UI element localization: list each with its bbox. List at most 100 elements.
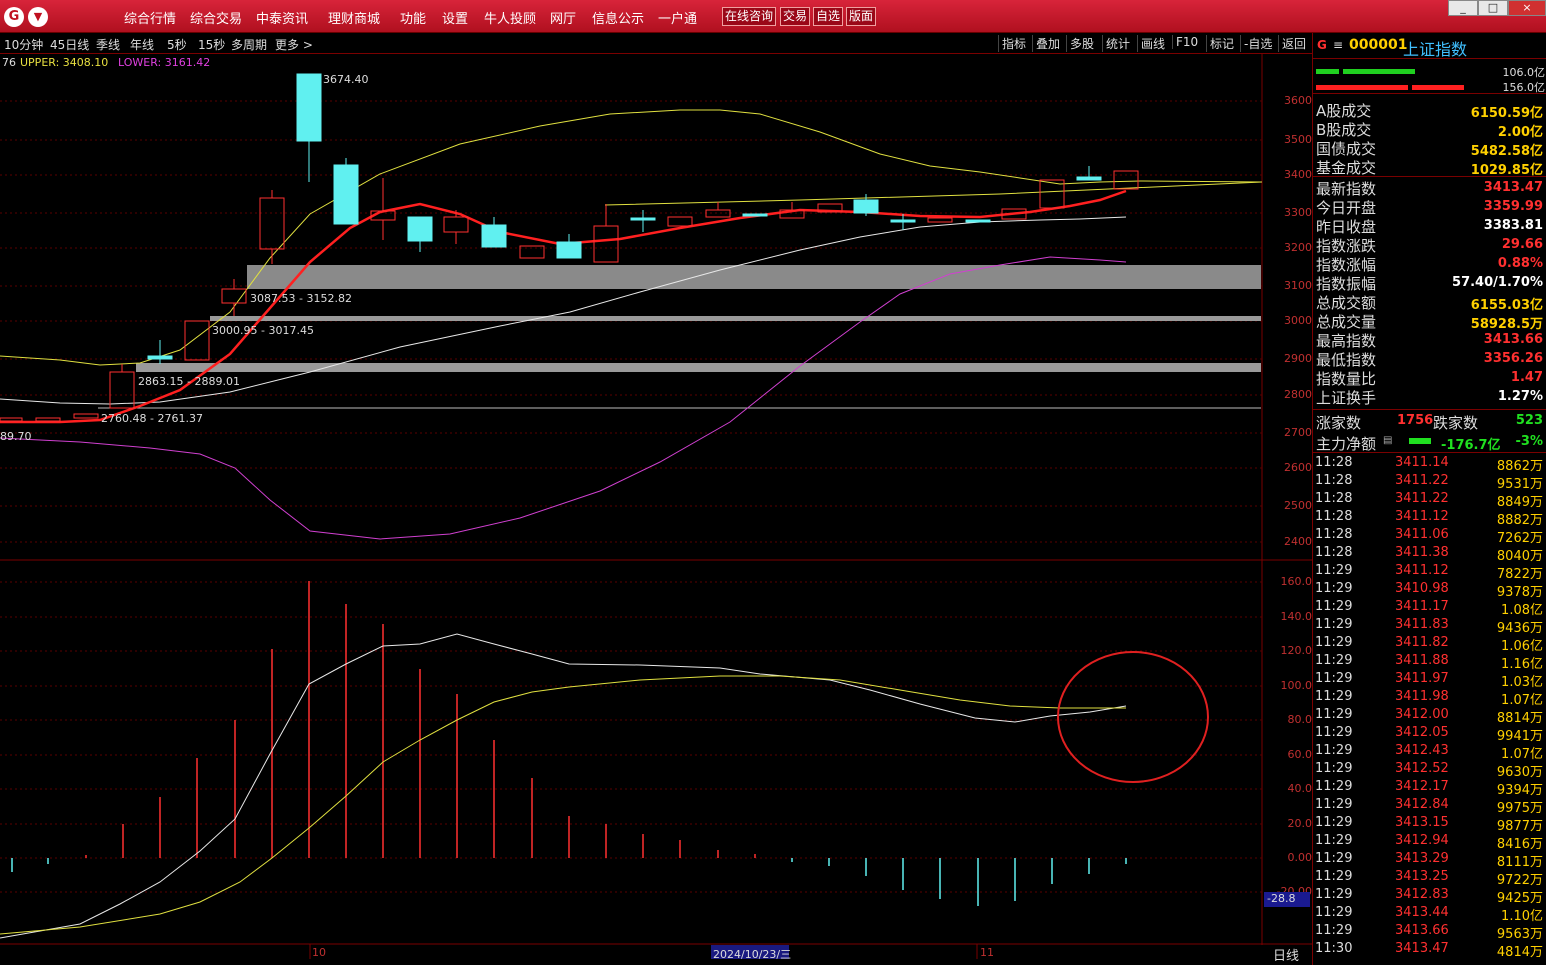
tick-price: 3411.97 (1395, 671, 1449, 686)
period-45day[interactable]: 45日线 (50, 36, 89, 53)
tool-indicator[interactable]: 指标 (998, 35, 1029, 52)
period-15sec[interactable]: 15秒 (198, 36, 225, 53)
tick-time: 11:29 (1315, 851, 1353, 866)
quote-row-value: 29.66 (1501, 237, 1543, 252)
stock-code: 000001 (1349, 37, 1408, 53)
menu-item-disclosure[interactable]: 信息公示 (592, 8, 644, 27)
tick-row: 11:29 3413.25 9722万 (1313, 869, 1546, 888)
tick-time: 11:29 (1315, 743, 1353, 758)
tick-price: 3412.43 (1395, 743, 1449, 758)
tick-row: 11:29 3412.84 9975万 (1313, 797, 1546, 816)
period-more[interactable]: 更多 > (275, 36, 313, 53)
tick-volume: 7822万 (1496, 567, 1543, 582)
menu-item-account[interactable]: 一户通 (658, 8, 697, 27)
gap-zone-2 (210, 316, 1261, 321)
y-tick: 3000 (1284, 314, 1312, 327)
advance-decline-row: 涨家数 1756 跌家数 523 (1313, 409, 1546, 432)
ind-tick: 20.0 (1287, 817, 1313, 830)
tick-row: 11:28 3411.06 7262万 (1313, 527, 1546, 546)
period-5sec[interactable]: 5秒 (167, 36, 187, 53)
gap-zone-label-3: 2863.15 - 2889.01 (138, 375, 240, 388)
period-season[interactable]: 季线 (96, 36, 120, 53)
kline-chart[interactable] (0, 54, 1312, 965)
tick-row: 11:28 3411.22 9531万 (1313, 473, 1546, 492)
layout-button[interactable]: 版面 (846, 7, 877, 26)
tool-draw-line[interactable]: 画线 (1137, 35, 1168, 52)
tick-price: 3411.14 (1395, 455, 1449, 470)
menu-item-hall[interactable]: 网厅 (550, 8, 576, 27)
detail-icon[interactable]: ▤ (1383, 435, 1392, 446)
tick-time: 11:29 (1315, 599, 1353, 614)
quote-row-label: 最新指数 (1316, 180, 1377, 198)
tick-time: 11:29 (1315, 923, 1353, 938)
y-tick: 2700 (1284, 426, 1312, 439)
tick-volume: 9394万 (1496, 783, 1543, 798)
quote-header: G ≡ 000001 上证指数 (1313, 33, 1546, 59)
left-value-label: 89.70 (0, 430, 32, 443)
tick-price: 3412.00 (1395, 707, 1449, 722)
watchlist-button[interactable]: 自选 (813, 7, 844, 26)
chevron-down-icon[interactable]: ▼ (28, 7, 48, 27)
period-multi[interactable]: 多周期 (231, 36, 267, 53)
period-year[interactable]: 年线 (130, 36, 154, 53)
tool-overlay[interactable]: 叠加 (1032, 35, 1063, 52)
tick-time: 11:29 (1315, 905, 1353, 920)
tick-time: 11:29 (1315, 761, 1353, 776)
tick-row: 11:29 3412.83 9425万 (1313, 887, 1546, 906)
menu-item-news[interactable]: 中泰资讯 (256, 8, 308, 27)
quote-row: 总成交量 58928.5万 (1313, 311, 1546, 332)
tick-price: 3411.98 (1395, 689, 1449, 704)
tool-statistics[interactable]: 统计 (1102, 35, 1133, 52)
y-tick: 2900 (1284, 352, 1312, 365)
tick-time: 11:29 (1315, 869, 1353, 884)
quote-row: B股成交 2.00亿 (1313, 119, 1546, 140)
tick-row: 11:28 3411.12 8882万 (1313, 509, 1546, 528)
menu-icon[interactable]: ≡ (1333, 38, 1343, 52)
trade-button[interactable]: 交易 (780, 7, 811, 26)
period-10min[interactable]: 10分钟 (4, 36, 43, 53)
tick-row: 11:29 3412.94 8416万 (1313, 833, 1546, 852)
tick-time: 11:29 (1315, 725, 1353, 740)
y-tick: 2600 (1284, 461, 1312, 474)
tick-time: 11:30 (1315, 941, 1353, 956)
menu-item-trade[interactable]: 综合交易 (190, 8, 242, 27)
boll-mid-ext-line (604, 181, 1263, 206)
menu-item-settings[interactable]: 设置 (442, 8, 468, 27)
close-icon[interactable]: × (1508, 0, 1546, 16)
tick-price: 3411.83 (1395, 617, 1449, 632)
minimize-icon[interactable]: _ (1448, 0, 1478, 16)
app-logo-icon[interactable]: G (4, 7, 24, 27)
tool-mark[interactable]: 标记 (1206, 35, 1237, 52)
flow-bar (1409, 438, 1431, 444)
bar-top-value: 106.0亿 (1502, 66, 1546, 79)
maximize-icon[interactable]: □ (1478, 0, 1508, 16)
tick-time: 11:29 (1315, 779, 1353, 794)
tick-volume: 9436万 (1496, 621, 1543, 636)
tick-price: 3413.25 (1395, 869, 1449, 884)
tick-time: 11:29 (1315, 671, 1353, 686)
tick-volume: 8416万 (1496, 837, 1543, 852)
tick-volume: 1.08亿 (1501, 603, 1543, 618)
quote-row-label: 指数振幅 (1316, 275, 1377, 293)
quote-row-label: 基金成交 (1316, 159, 1377, 177)
period-label[interactable]: 日线 (1273, 945, 1299, 964)
quote-row-label: 指数涨跌 (1316, 237, 1377, 255)
y-tick: 3200 (1284, 241, 1312, 254)
back-button[interactable]: 返回 (1278, 35, 1309, 52)
tick-row: 11:29 3412.17 9394万 (1313, 779, 1546, 798)
quote-row: 指数振幅 57.40/1.70% (1313, 273, 1546, 293)
online-consult-button[interactable]: 在线咨询 (722, 7, 777, 26)
tick-row: 11:29 3411.12 7822万 (1313, 563, 1546, 582)
quote-row-label: 上证换手 (1316, 389, 1377, 407)
menu-item-mall[interactable]: 理财商城 (328, 8, 380, 27)
tool-f10[interactable]: F10 (1172, 35, 1201, 49)
tool-multi-stock[interactable]: 多股 (1066, 35, 1097, 52)
gap-zone-label-4: 2760.48 - 2761.37 (101, 412, 203, 425)
gap-zone-3 (136, 363, 1261, 372)
tick-time: 11:29 (1315, 707, 1353, 722)
menu-item-functions[interactable]: 功能 (400, 8, 426, 27)
tool-remove-watch[interactable]: -自选 (1240, 35, 1275, 52)
menu-item-market[interactable]: 综合行情 (124, 8, 176, 27)
menu-item-advisor[interactable]: 牛人投顾 (484, 8, 536, 27)
ind-tick: 60.0 (1287, 748, 1313, 761)
